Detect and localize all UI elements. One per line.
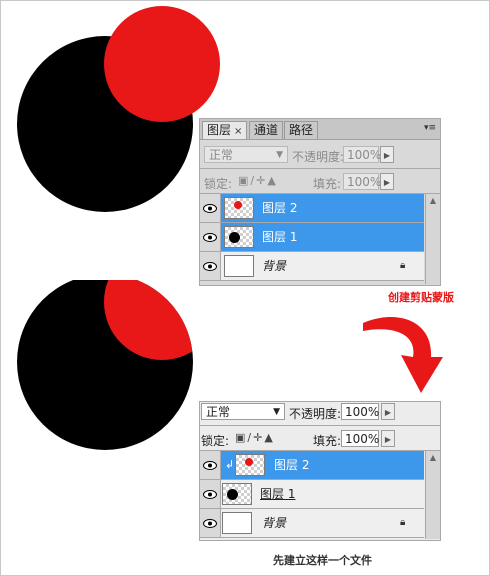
tab-paths-label: 路径 <box>289 123 314 137</box>
opacity-label: 不透明度: <box>289 407 342 421</box>
opacity-arrow-button[interactable]: ▶ <box>380 146 394 163</box>
layer-name: 图层 1 <box>260 487 296 501</box>
layer-name: 背景 <box>262 516 287 530</box>
caption: 先建立这样一个文件 <box>273 554 372 567</box>
fill-value: 100% <box>347 175 382 189</box>
layer-row-layer-1[interactable]: 图层 1 <box>200 223 424 252</box>
layer-name: 图层 1 <box>262 230 298 244</box>
clipping-arrow-icon: ↲ <box>225 458 235 471</box>
annotation-label: 创建剪贴蒙版 <box>388 291 454 304</box>
layer-row-background[interactable]: 背景 🔒︎ <box>200 509 424 538</box>
layer-row-background[interactable]: 背景 🔒︎ <box>200 252 424 281</box>
scrollbar[interactable]: ▲ <box>425 194 440 284</box>
eye-icon[interactable] <box>200 451 221 479</box>
opacity-value: 100% <box>345 405 380 419</box>
red-dot-icon <box>234 201 242 209</box>
opacity-arrow-button[interactable]: ▶ <box>381 403 395 420</box>
opacity-input[interactable]: 100% <box>343 146 382 163</box>
fill-label: 填充: <box>313 177 342 191</box>
blend-mode-select[interactable]: 正常 ▼ <box>201 403 285 420</box>
layer-name: 图层 2 <box>262 201 298 215</box>
layer-row-layer-2[interactable]: 图层 2 <box>200 194 424 223</box>
scroll-up-icon[interactable]: ▲ <box>426 196 440 205</box>
lock-icons[interactable]: ▣∕✛▲ <box>238 174 278 187</box>
eye-icon[interactable] <box>200 509 221 537</box>
lock-label: 锁定: <box>201 434 230 448</box>
divider <box>200 425 440 426</box>
lock-label: 锁定: <box>204 177 233 191</box>
opacity-value: 100% <box>347 148 382 162</box>
close-icon[interactable]: × <box>234 126 242 137</box>
fill-input[interactable]: 100% <box>341 430 379 447</box>
blend-mode-value: 正常 <box>206 405 231 419</box>
eye-icon[interactable] <box>200 480 221 508</box>
fill-arrow-button[interactable]: ▶ <box>381 430 395 447</box>
eye-icon[interactable] <box>200 223 221 251</box>
layer-thumbnail <box>222 512 252 534</box>
scroll-up-icon[interactable]: ▲ <box>426 453 440 462</box>
layer-thumbnail <box>224 255 254 277</box>
lock-icons[interactable]: ▣∕✛▲ <box>235 431 275 444</box>
layer-thumbnail <box>224 197 254 219</box>
tab-channels[interactable]: 通道 <box>249 121 284 139</box>
black-dot-icon <box>227 489 238 500</box>
layer-row-layer-2[interactable]: ↲ 图层 2 <box>200 451 424 480</box>
tab-channels-label: 通道 <box>254 123 279 137</box>
red-circle-1 <box>104 6 220 122</box>
layer-row-layer-1[interactable]: 图层 1 <box>200 480 424 509</box>
panel-menu-icon[interactable]: ▾≡ <box>424 123 436 133</box>
lock-icon: 🔒︎ <box>400 517 406 528</box>
opacity-label: 不透明度: <box>292 150 345 164</box>
layer-thumbnail <box>222 483 252 505</box>
layer-name: 图层 2 <box>274 458 310 472</box>
layers-panel-2: 正常 ▼ 不透明度: 100% ▶ 锁定: ▣∕✛▲ 填充: 100% ▶ ↲ … <box>199 401 441 541</box>
panel-tabs-bar: 图层 × 通道 路径 ▾≡ <box>200 119 440 140</box>
chevron-down-icon: ▼ <box>273 407 280 417</box>
fill-value: 100% <box>345 432 380 446</box>
layers-panel-1: 图层 × 通道 路径 ▾≡ 正常 ▼ 不透明度: 100% ▶ 锁定: ▣∕✛▲ … <box>199 118 441 286</box>
blend-mode-value: 正常 <box>209 148 234 162</box>
fill-label: 填充: <box>313 434 342 448</box>
tab-layers-label: 图层 <box>207 123 232 137</box>
black-dot-icon <box>229 232 240 243</box>
eye-icon[interactable] <box>200 194 221 222</box>
scrollbar[interactable]: ▲ <box>425 451 440 539</box>
fill-arrow-button[interactable]: ▶ <box>380 173 394 190</box>
tab-paths[interactable]: 路径 <box>284 121 319 139</box>
chevron-down-icon: ▼ <box>276 150 283 160</box>
lock-icon: 🔒︎ <box>400 260 406 271</box>
tab-layers[interactable]: 图层 × <box>202 121 248 139</box>
blend-mode-select[interactable]: 正常 ▼ <box>204 146 288 163</box>
red-dot-icon <box>245 458 253 466</box>
layer-name: 背景 <box>262 259 287 273</box>
layer-thumbnail <box>224 226 254 248</box>
fill-input[interactable]: 100% <box>343 173 382 190</box>
curved-arrow-icon <box>363 316 443 393</box>
layer-thumbnail <box>235 454 265 476</box>
divider <box>200 168 440 169</box>
opacity-input[interactable]: 100% <box>341 403 379 420</box>
eye-icon[interactable] <box>200 252 221 280</box>
